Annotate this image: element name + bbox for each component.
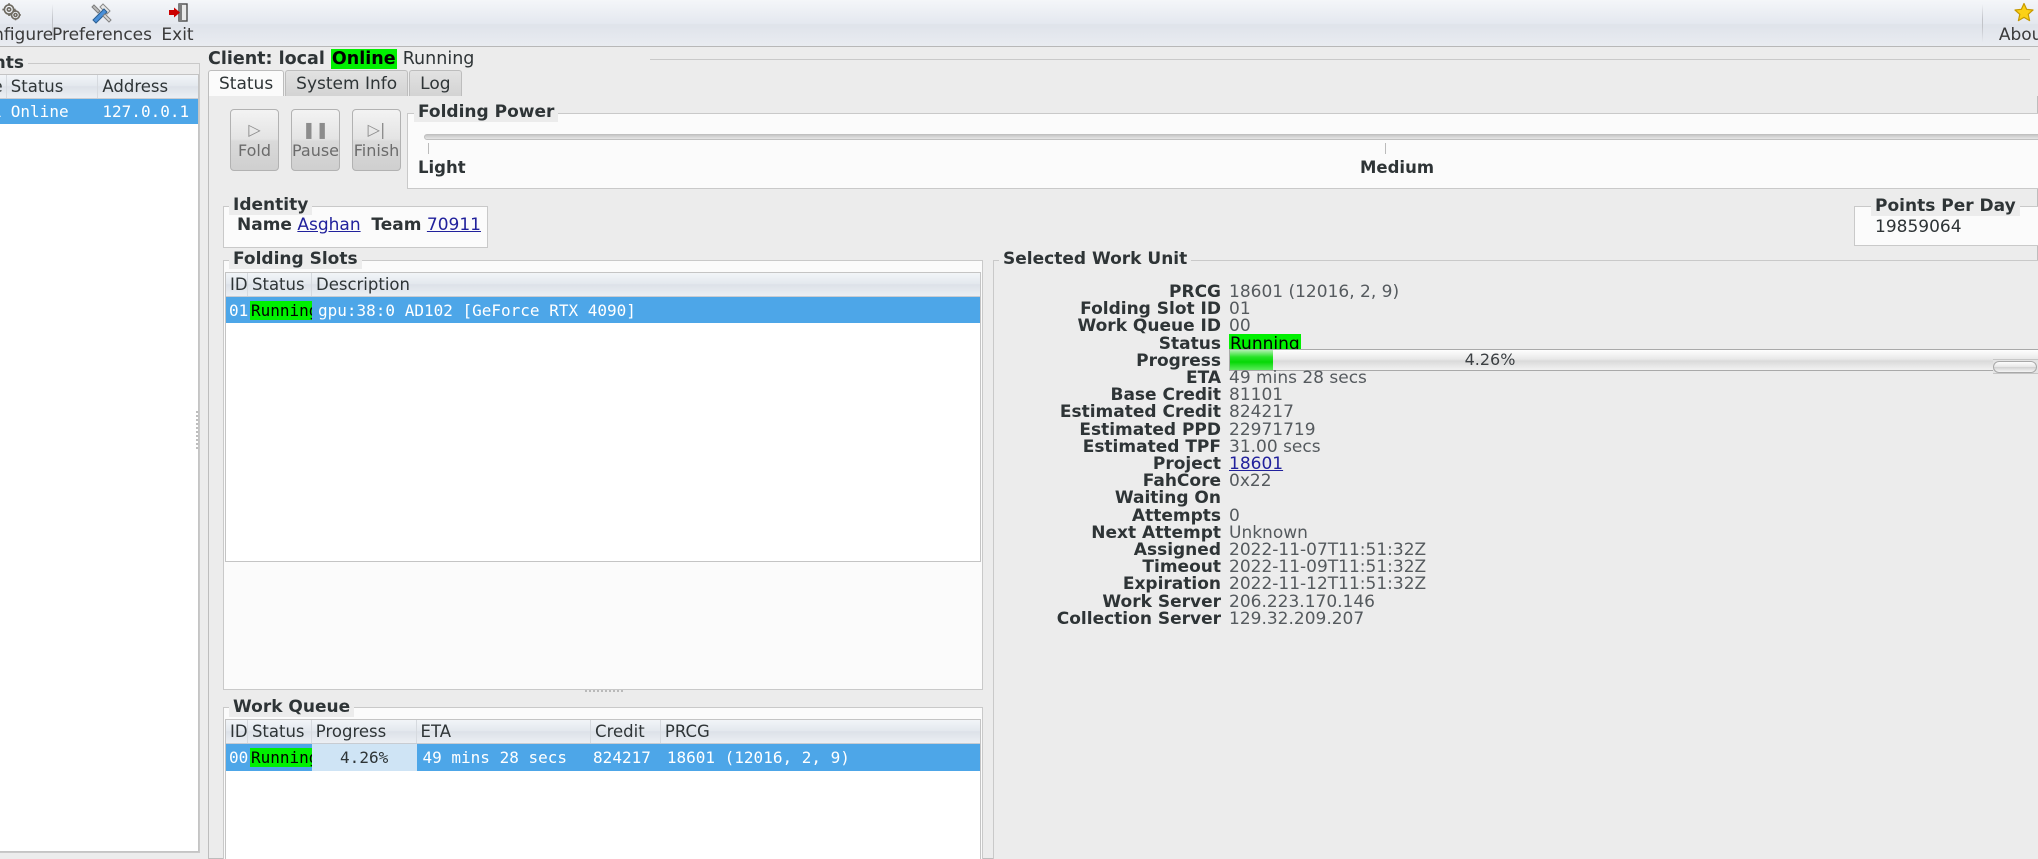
work-unit-hscrollbar-thumb[interactable] bbox=[1993, 361, 2037, 373]
toolbar-label-about: About bbox=[1998, 25, 2038, 45]
points-per-day-title: Points Per Day bbox=[1871, 196, 2020, 216]
points-per-day-value: 19859064 bbox=[1875, 217, 1962, 237]
client-running-state: Running bbox=[402, 49, 475, 69]
identity-team-value[interactable]: 70911 bbox=[427, 215, 481, 235]
work-queue-row[interactable]: 00 Running 4.26% 49 mins 28 secs 824217 … bbox=[226, 744, 980, 771]
work-queue-cell-prcg: 18601 (12016, 2, 9) bbox=[666, 748, 850, 767]
clients-col-name[interactable]: Name bbox=[0, 75, 7, 98]
gears-icon bbox=[1, 1, 23, 24]
pause-icon: ❚❚ bbox=[302, 119, 329, 139]
work-queue-col-prcg[interactable]: PRCG bbox=[661, 720, 980, 743]
work-queue-col-credit[interactable]: Credit bbox=[591, 720, 661, 743]
main-toolbar: Configure Preferences Exit bbox=[0, 0, 2038, 47]
wu-value-prcg: 18601 (12016, 2, 9) bbox=[1229, 282, 1400, 302]
clients-group-title: Clients bbox=[0, 53, 29, 73]
toolbar-button-preferences[interactable]: Preferences bbox=[52, 0, 152, 46]
work-queue-cell-eta: 49 mins 28 secs bbox=[422, 748, 568, 767]
toolbar-separator-right bbox=[1982, 4, 1983, 42]
tab-system-info[interactable]: System Info bbox=[285, 70, 409, 96]
folding-slots-col-description[interactable]: Description bbox=[312, 273, 980, 296]
work-queue-cell-status: Running bbox=[249, 748, 312, 767]
tab-bar: Status System Info Log bbox=[208, 70, 463, 96]
client-main-panel: Client: local Online Running Status Syst… bbox=[200, 47, 2038, 859]
folding-slots-col-status[interactable]: Status bbox=[248, 273, 312, 296]
folding-power-tick-medium bbox=[1385, 143, 1386, 154]
work-queue-col-progress[interactable]: Progress bbox=[312, 720, 417, 743]
client-header-rule bbox=[650, 59, 2030, 60]
folding-power-track[interactable] bbox=[424, 134, 2038, 140]
exit-door-icon bbox=[167, 1, 189, 24]
tab-system-info-label: System Info bbox=[296, 73, 398, 94]
client-online-badge: Online bbox=[330, 49, 397, 69]
folding-slots-cell-status: Running bbox=[250, 300, 312, 320]
pane-splitter[interactable] bbox=[194, 400, 199, 460]
tab-log[interactable]: Log bbox=[409, 70, 462, 96]
clients-cell-status: Online bbox=[10, 102, 69, 121]
finish-icon: ▷| bbox=[367, 119, 386, 139]
status-tab-page: ▷ Fold ❚❚ Pause ▷| Finish Folding Power … bbox=[208, 96, 2038, 859]
work-queue-header: ID Status Progress ETA Credit PRCG bbox=[226, 720, 980, 744]
folding-slots-cell-id: 01 bbox=[229, 300, 248, 320]
folding-slots-row[interactable]: 01 Running gpu:38:0 AD102 [GeForce RTX 4… bbox=[226, 297, 980, 323]
identity-team-label: Team bbox=[371, 215, 422, 235]
folding-power-label-light: Light bbox=[418, 158, 466, 177]
work-unit-hscrollbar[interactable] bbox=[1993, 359, 2038, 374]
work-queue-col-status[interactable]: Status bbox=[248, 720, 312, 743]
work-queue-table[interactable]: ID Status Progress ETA Credit PRCG 00 Ru… bbox=[225, 719, 981, 859]
folding-slots-table[interactable]: ID Status Description 01 Running gpu:38:… bbox=[225, 272, 981, 562]
identity-name-value[interactable]: Asghan bbox=[297, 215, 360, 235]
slots-queue-splitter[interactable] bbox=[559, 688, 649, 694]
wu-progress-text: 4.26% bbox=[1464, 350, 1516, 370]
toolbar-label-preferences: Preferences bbox=[52, 25, 152, 45]
wu-value-collection-server: 129.32.209.207 bbox=[1229, 608, 1365, 629]
pause-button[interactable]: ❚❚ Pause bbox=[291, 109, 340, 171]
selected-work-unit-title: Selected Work Unit bbox=[999, 249, 1192, 269]
identity-title: Identity bbox=[229, 195, 313, 215]
work-queue-title: Work Queue bbox=[229, 697, 355, 717]
tab-log-label: Log bbox=[420, 73, 451, 94]
work-queue-col-id[interactable]: ID bbox=[226, 720, 248, 743]
client-header-prefix: Client: local bbox=[208, 49, 325, 69]
clients-cell-name: local bbox=[0, 102, 7, 121]
fold-button-label: Fold bbox=[237, 140, 272, 160]
wu-label-collection-server: Collection Server bbox=[1056, 608, 1221, 629]
clients-col-address[interactable]: Address bbox=[98, 75, 198, 98]
fold-button[interactable]: ▷ Fold bbox=[230, 109, 279, 171]
work-queue-col-eta[interactable]: ETA bbox=[417, 720, 592, 743]
finish-button-label: Finish bbox=[353, 140, 400, 160]
toolbar-label-configure: Configure bbox=[0, 25, 54, 45]
folding-power-label-medium: Medium bbox=[1360, 158, 1435, 177]
clients-cell-address: 127.0.0.1 bbox=[102, 102, 190, 121]
finish-button[interactable]: ▷| Finish bbox=[352, 109, 401, 171]
client-status-header: Client: local Online Running bbox=[208, 48, 474, 70]
identity-row: Name Asghan Team 70911 bbox=[237, 215, 481, 235]
folding-slots-title: Folding Slots bbox=[229, 249, 362, 269]
clients-table-row[interactable]: local Online 127.0.0.1 bbox=[0, 99, 198, 124]
tools-icon bbox=[90, 1, 114, 24]
toolbar-label-exit: Exit bbox=[161, 25, 194, 45]
tab-status[interactable]: Status bbox=[208, 70, 285, 96]
pause-button-label: Pause bbox=[291, 140, 340, 160]
toolbar-button-exit[interactable]: Exit bbox=[150, 0, 205, 46]
wu-value-fahcore: 0x22 bbox=[1229, 471, 1272, 492]
play-icon: ▷ bbox=[248, 119, 261, 139]
folding-slots-cell-description: gpu:38:0 AD102 [GeForce RTX 4090] bbox=[318, 300, 636, 320]
work-queue-cell-credit: 824217 bbox=[593, 748, 651, 767]
folding-slots-header: ID Status Description bbox=[226, 273, 980, 297]
work-queue-cell-id: 00 bbox=[229, 748, 248, 767]
folding-power-frame bbox=[407, 113, 2038, 189]
toolbar-button-about[interactable]: About bbox=[1988, 0, 2038, 46]
work-queue-cell-progress: 4.26% bbox=[311, 744, 417, 771]
folding-power-tick-light bbox=[428, 143, 429, 154]
star-icon bbox=[2013, 1, 2035, 24]
tab-status-label: Status bbox=[219, 73, 274, 94]
clients-col-status[interactable]: Status bbox=[7, 75, 99, 98]
clients-pane: Clients Name Status Address local Online… bbox=[0, 47, 200, 859]
clients-table[interactable]: Name Status Address local Online 127.0.0… bbox=[0, 74, 199, 852]
folding-power-title: Folding Power bbox=[414, 102, 559, 122]
folding-slots-col-id[interactable]: ID bbox=[226, 273, 248, 296]
identity-name-label: Name bbox=[237, 215, 292, 235]
clients-table-header: Name Status Address bbox=[0, 75, 198, 99]
